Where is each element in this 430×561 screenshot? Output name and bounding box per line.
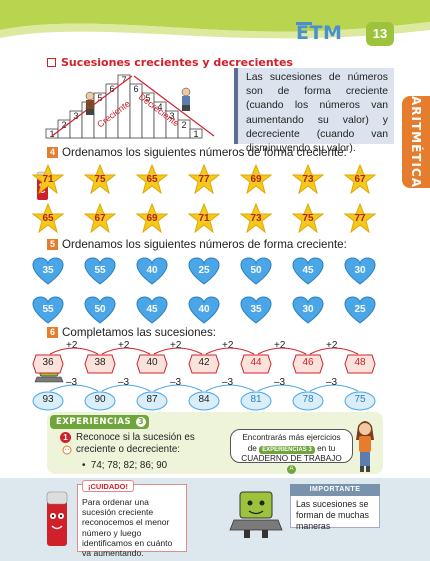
sequence-value: 44 <box>250 357 262 368</box>
note-workbook: CUADERNO DE TRABAJO <box>241 454 342 463</box>
sequence-box-increasing: 38 <box>84 354 116 374</box>
sequence-step-label: +2 <box>326 340 338 351</box>
sequence-box-increasing: 40 <box>136 354 168 374</box>
sequence-step-label: –3 <box>274 377 286 388</box>
sequence-box-increasing: 46 <box>292 354 324 374</box>
girl-character-icon <box>356 421 374 472</box>
sequence-value: 81 <box>250 394 262 405</box>
sequence-step-label: –3 <box>326 377 338 388</box>
experiencias-tab: EXPERIENCIAS 3 <box>50 415 150 429</box>
sequence-box-decreasing: 87 <box>136 391 168 411</box>
sequence-box-increasing: 36 <box>32 354 64 374</box>
sequence-step-label: +2 <box>118 340 130 351</box>
sequence-value: 87 <box>146 394 158 405</box>
note-badge: A <box>287 464 296 474</box>
marker-character-icon <box>46 491 68 546</box>
face-icon <box>62 445 72 455</box>
sequence-value: 78 <box>302 394 314 405</box>
sequence-value: 36 <box>42 357 54 368</box>
sequence-step-label: +2 <box>66 340 78 351</box>
sequence-step-label: –3 <box>222 377 234 388</box>
sequence-box-increasing: 44 <box>240 354 272 374</box>
sequence-step-label: +2 <box>274 340 286 351</box>
question-sequence: • 74; 78; 82; 86; 90 <box>82 460 168 471</box>
important-title: IMPORTANTE <box>290 484 380 496</box>
sequence-step-label: +2 <box>222 340 234 351</box>
sequence-text: 74; 78; 82; 86; 90 <box>90 460 168 471</box>
sequence-box-decreasing: 75 <box>344 391 376 411</box>
sequence-box-increasing: 48 <box>344 354 376 374</box>
sequence-value: 84 <box>198 394 210 405</box>
sequence-value: 90 <box>94 394 106 405</box>
sequence-box-decreasing: 84 <box>188 391 220 411</box>
sequence-value: 40 <box>146 357 158 368</box>
sequence-box-decreasing: 90 <box>84 391 116 411</box>
note-pill-label: EXPERIENCIAS <box>262 446 307 453</box>
note-line-1: Encontrarás más ejercicios <box>242 433 341 442</box>
question-1: 1 Reconoce si la sucesión es creciente o… <box>60 432 235 472</box>
sequence-box-decreasing: 81 <box>240 391 272 411</box>
note-line-3: CUADERNO DE TRABAJO A <box>236 454 347 475</box>
sequence-step-label: +2 <box>170 340 182 351</box>
note-pill-number: 3 <box>308 446 312 453</box>
sequence-value: 75 <box>354 394 366 405</box>
question-text: Reconoce si la sucesión es creciente o d… <box>76 432 195 455</box>
experiencias-label: EXPERIENCIAS <box>56 417 132 427</box>
caution-box: Para ordenar una sucesión creciente reco… <box>77 484 187 558</box>
sequence-box-decreasing: 78 <box>292 391 324 411</box>
caution-title: ¡CUIDADO! <box>82 480 134 492</box>
sequence-value: 93 <box>42 394 54 405</box>
sequence-value: 38 <box>94 357 106 368</box>
sequence-step-label: –3 <box>118 377 130 388</box>
laptop-character-icon <box>229 491 283 538</box>
sequence-value: 48 <box>354 357 366 368</box>
sequence-value: 42 <box>198 357 210 368</box>
sequence-step-label: –3 <box>66 377 78 388</box>
sequence-step-label: –3 <box>170 377 182 388</box>
experiencias-number: 3 <box>136 417 147 427</box>
workbook-note: Encontrarás más ejercicios de EXPERIENCI… <box>230 429 353 474</box>
sequence-box-decreasing: 93 <box>32 391 64 411</box>
note-pill: EXPERIENCIAS 3 <box>259 445 315 454</box>
note-de: de <box>247 443 257 453</box>
sequence-value: 46 <box>302 357 314 368</box>
note-line-2: de EXPERIENCIAS 3 en tu <box>236 444 347 455</box>
question-number: 1 <box>60 432 71 443</box>
note-en: en tu <box>317 443 336 453</box>
sequence-box-increasing: 42 <box>188 354 220 374</box>
